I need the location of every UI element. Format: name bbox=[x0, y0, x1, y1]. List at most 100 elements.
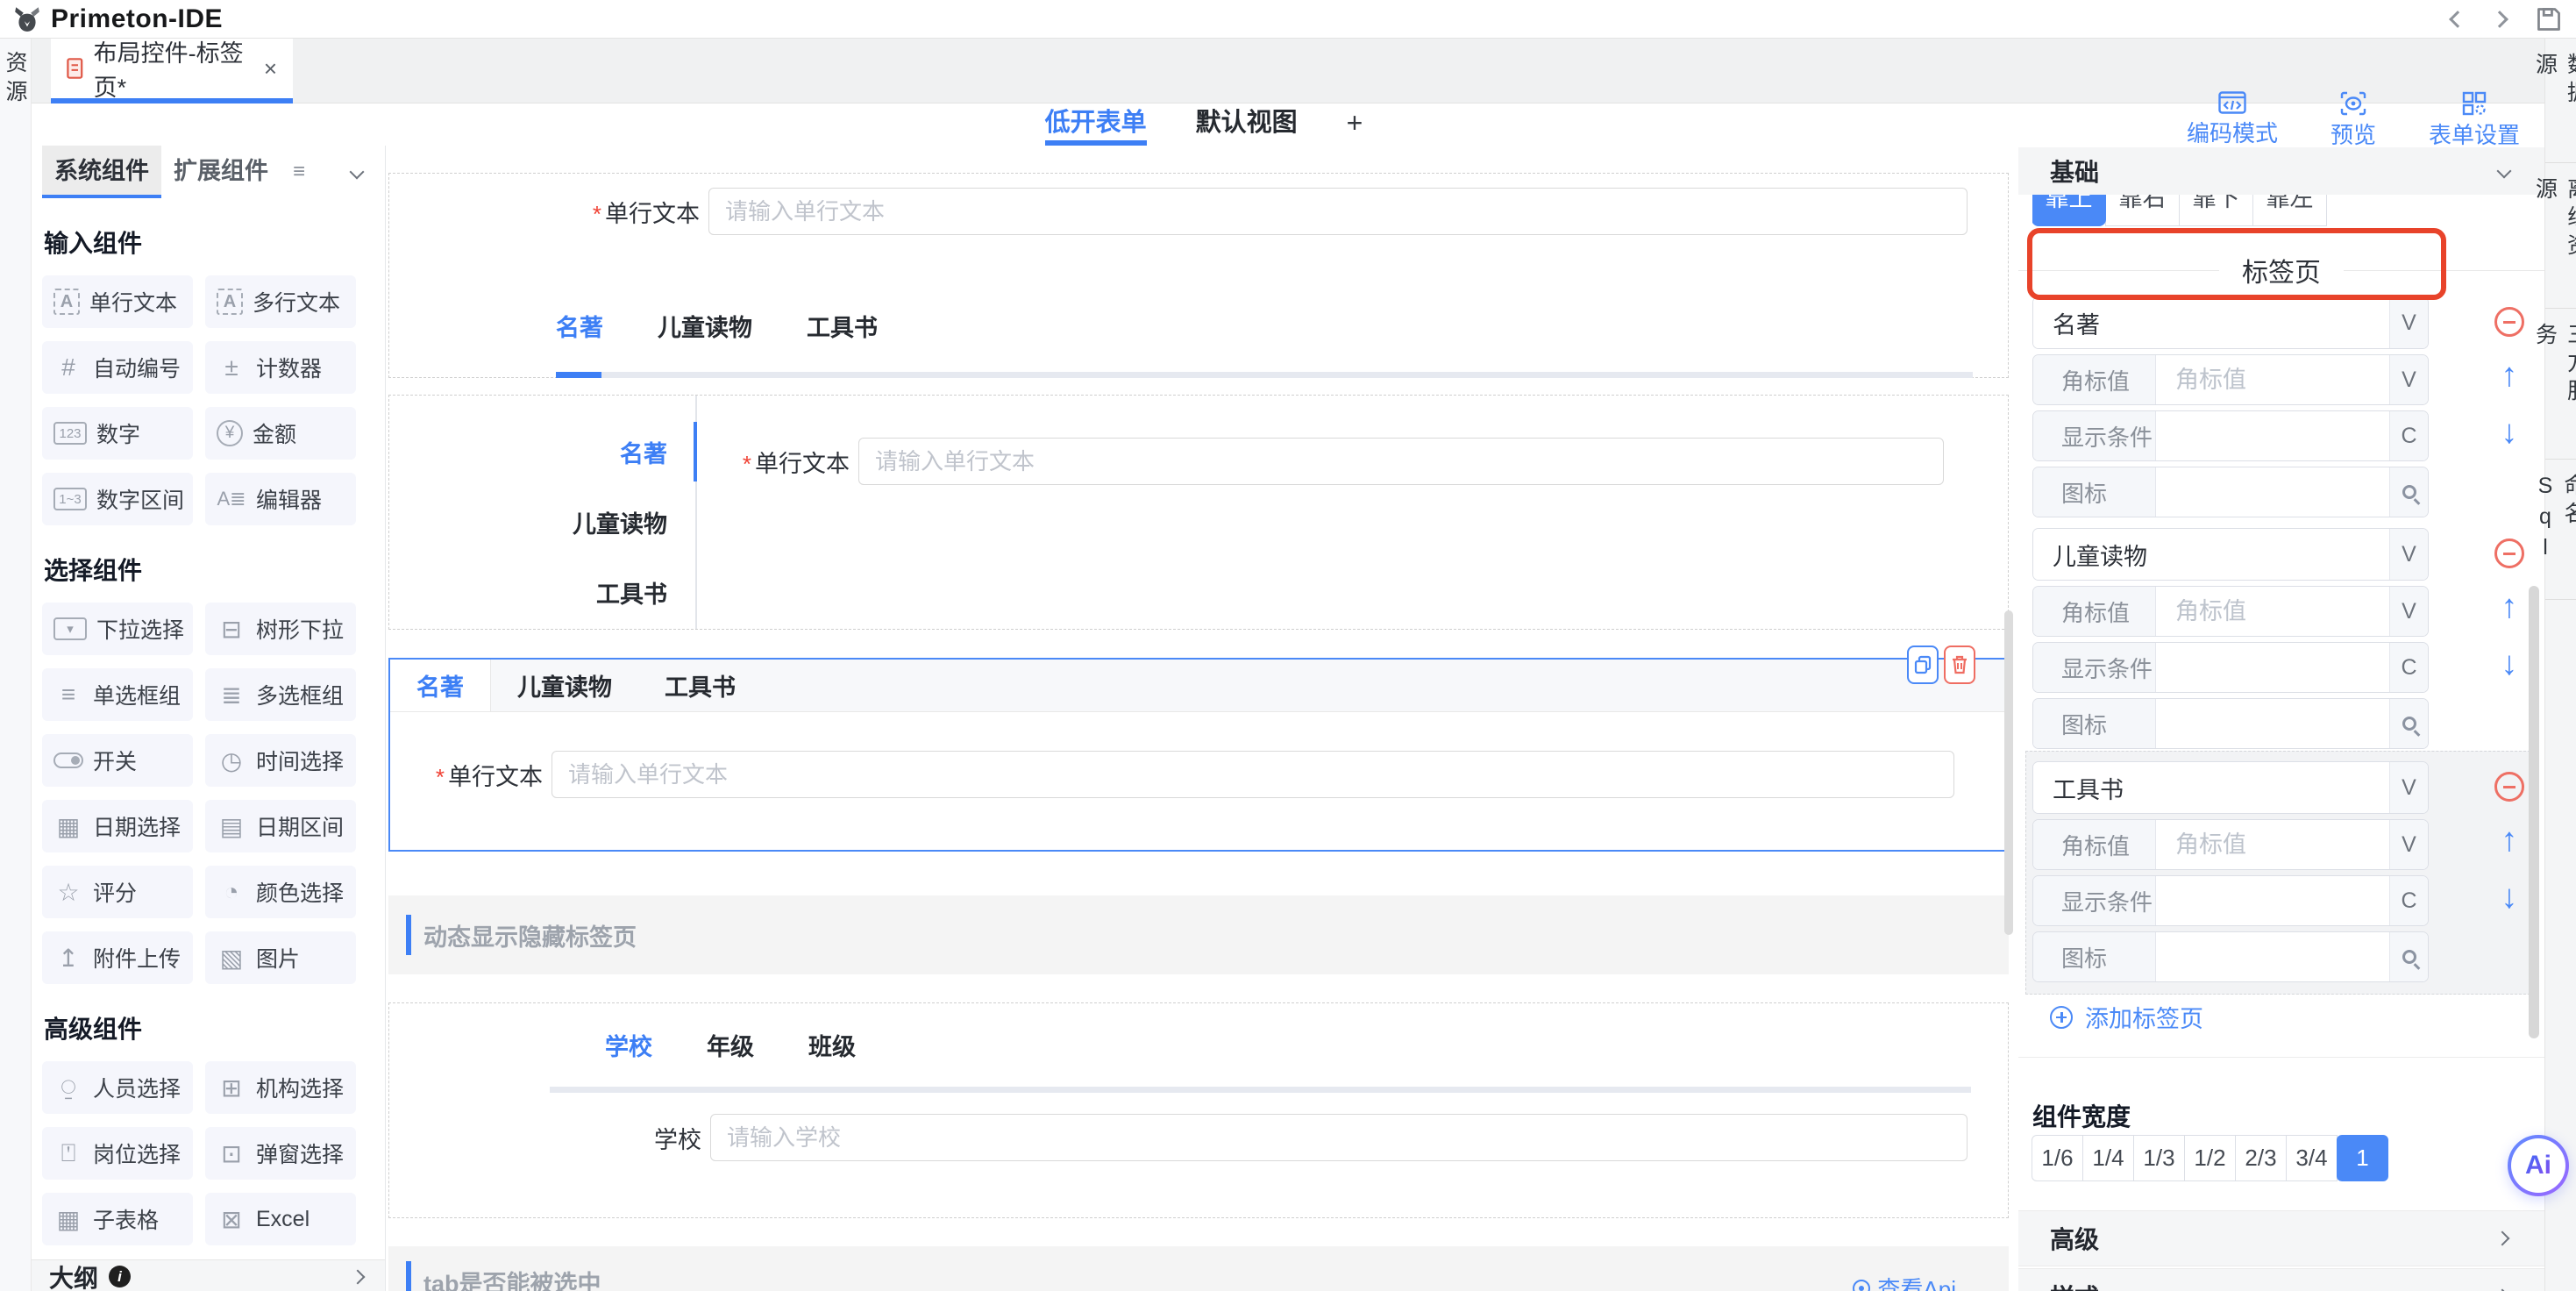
tab-famous-books[interactable]: 名著 bbox=[390, 660, 491, 711]
palette-item-person-select[interactable]: ⍜人员选择 bbox=[42, 1061, 193, 1114]
tabs-widget-school[interactable]: 学校 年级 班级 学校 bbox=[388, 1002, 2009, 1218]
icon-input[interactable] bbox=[2156, 932, 2389, 981]
badge-value-input[interactable] bbox=[2156, 355, 2389, 404]
outline-bar[interactable]: 大纲 i bbox=[32, 1259, 386, 1291]
style-section-header[interactable]: 样式 bbox=[2018, 1268, 2544, 1291]
palette-item-counter[interactable]: ±计数器 bbox=[205, 341, 356, 394]
palette-item-tree-dropdown[interactable]: ⊟树形下拉 bbox=[205, 603, 356, 655]
icon-input[interactable] bbox=[2156, 699, 2389, 748]
variable-suffix-button[interactable]: V bbox=[2389, 820, 2428, 869]
palette-item-image[interactable]: ▧图片 bbox=[205, 931, 356, 984]
width-3-4-button[interactable]: 3/4 bbox=[2286, 1135, 2338, 1181]
tab-children-books[interactable]: 儿童读物 bbox=[491, 660, 638, 711]
width-1-6-button[interactable]: 1/6 bbox=[2032, 1135, 2083, 1181]
condition-suffix-button[interactable]: C bbox=[2389, 876, 2428, 925]
tab-reference-books[interactable]: 工具书 bbox=[807, 309, 878, 343]
nav-back-icon[interactable] bbox=[2449, 11, 2466, 28]
tab-extended-components[interactable]: 扩展组件 bbox=[161, 146, 281, 198]
collapse-panel-icon[interactable] bbox=[350, 165, 365, 180]
single-line-text-input[interactable] bbox=[551, 751, 1954, 798]
palette-item-date-range[interactable]: ▤日期区间 bbox=[205, 800, 356, 852]
sort-list-icon[interactable]: ≡ bbox=[293, 160, 305, 184]
palette-item-sub-table[interactable]: ▦子表格 bbox=[42, 1193, 193, 1245]
palette-item-single-line-text[interactable]: A单行文本 bbox=[42, 275, 193, 328]
condition-input[interactable] bbox=[2156, 876, 2389, 925]
dock-data-source[interactable]: 数据源 bbox=[2545, 39, 2576, 163]
delete-widget-button[interactable] bbox=[1944, 646, 1975, 684]
file-tab[interactable]: 布局控件-标签页* × bbox=[51, 39, 293, 103]
tab-famous-books[interactable]: 名著 bbox=[389, 417, 695, 487]
tab-children-books[interactable]: 儿童读物 bbox=[389, 487, 695, 557]
tab-grade[interactable]: 年级 bbox=[707, 1028, 754, 1062]
icon-input[interactable] bbox=[2156, 467, 2389, 517]
add-tab-page-button[interactable]: 添加标签页 bbox=[2050, 1000, 2203, 1034]
form-settings-button[interactable]: 表单设置 bbox=[2429, 91, 2520, 150]
preview-button[interactable]: 预览 bbox=[2330, 91, 2376, 150]
icon-search-button[interactable] bbox=[2389, 932, 2428, 981]
position-left-button[interactable]: 靠左 bbox=[2252, 195, 2327, 226]
move-tab-down-button[interactable]: ↓ bbox=[2492, 647, 2527, 681]
palette-item-time-picker[interactable]: ◷时间选择 bbox=[205, 734, 356, 787]
variable-suffix-button[interactable]: V bbox=[2389, 297, 2428, 348]
palette-item-post-select[interactable]: ⍞岗位选择 bbox=[42, 1127, 193, 1180]
collapse-basic-icon[interactable] bbox=[2497, 164, 2512, 179]
move-tab-down-button[interactable]: ↓ bbox=[2492, 881, 2527, 914]
palette-item-auto-number[interactable]: #自动编号 bbox=[42, 341, 193, 394]
move-tab-down-button[interactable]: ↓ bbox=[2492, 416, 2527, 449]
condition-input[interactable] bbox=[2156, 411, 2389, 460]
ai-assistant-button[interactable]: Ai bbox=[2508, 1135, 2569, 1196]
variable-suffix-button[interactable]: V bbox=[2389, 762, 2428, 813]
tab-children-books[interactable]: 儿童读物 bbox=[658, 309, 752, 343]
tab-famous-books[interactable]: 名著 bbox=[556, 309, 603, 343]
palette-item-rating[interactable]: ☆评分 bbox=[42, 866, 193, 918]
palette-item-multi-line-text[interactable]: A多行文本 bbox=[205, 275, 356, 328]
add-view-button[interactable]: + bbox=[1347, 103, 1363, 146]
dock-resources[interactable]: 资源 bbox=[0, 51, 31, 109]
move-tab-up-button[interactable]: ↑ bbox=[2492, 824, 2527, 857]
basic-section-header[interactable]: 基础 bbox=[2018, 147, 2544, 195]
tab-name-input[interactable] bbox=[2033, 297, 2389, 348]
palette-item-org-select[interactable]: ⊞机构选择 bbox=[205, 1061, 356, 1114]
tabs-widget-left[interactable]: 名著 儿童读物 工具书 *单行文本 bbox=[388, 395, 2009, 630]
width-1-3-button[interactable]: 1/3 bbox=[2133, 1135, 2185, 1181]
position-right-button[interactable]: 靠右 bbox=[2105, 195, 2180, 226]
outline-expand-icon[interactable] bbox=[351, 1269, 366, 1284]
tabs-widget-top[interactable]: *单行文本 名著 儿童读物 工具书 bbox=[388, 173, 2009, 378]
palette-item-number[interactable]: 123数字 bbox=[42, 407, 193, 460]
condition-input[interactable] bbox=[2156, 643, 2389, 692]
icon-search-button[interactable] bbox=[2389, 699, 2428, 748]
save-icon[interactable] bbox=[2536, 6, 2562, 32]
palette-item-editor[interactable]: A≣编辑器 bbox=[205, 473, 356, 525]
palette-item-amount[interactable]: ¥金额 bbox=[205, 407, 356, 460]
school-input[interactable] bbox=[710, 1114, 1968, 1161]
dock-named-sql[interactable]: 命名Sql bbox=[2545, 460, 2576, 600]
tab-system-components[interactable]: 系统组件 bbox=[42, 146, 161, 198]
remove-tab-button[interactable] bbox=[2492, 307, 2527, 337]
icon-search-button[interactable] bbox=[2389, 467, 2428, 517]
palette-item-color-picker[interactable]: ◔颜色选择 bbox=[205, 866, 356, 918]
remove-tab-button[interactable] bbox=[2492, 772, 2527, 802]
tab-lowcode-form[interactable]: 低开表单 bbox=[1045, 103, 1147, 146]
variable-suffix-button[interactable]: V bbox=[2389, 529, 2428, 580]
remove-tab-button[interactable] bbox=[2492, 539, 2527, 568]
view-api-link[interactable]: 查看Api bbox=[1853, 1272, 1956, 1291]
nav-forward-icon[interactable] bbox=[2491, 11, 2508, 28]
code-mode-button[interactable]: 编码模式 bbox=[2187, 91, 2278, 150]
tab-reference-books[interactable]: 工具书 bbox=[638, 660, 762, 711]
single-line-text-input[interactable] bbox=[858, 438, 1944, 485]
advanced-section-header[interactable]: 高级 bbox=[2018, 1210, 2544, 1266]
palette-item-number-range[interactable]: 1~3数字区间 bbox=[42, 473, 193, 525]
condition-suffix-button[interactable]: C bbox=[2389, 643, 2428, 692]
width-full-button[interactable]: 1 bbox=[2337, 1135, 2388, 1181]
tab-name-input[interactable] bbox=[2033, 762, 2389, 813]
variable-suffix-button[interactable]: V bbox=[2389, 355, 2428, 404]
palette-item-radio-group[interactable]: ≡单选框组 bbox=[42, 668, 193, 721]
palette-item-popup-select[interactable]: ⊡弹窗选择 bbox=[205, 1127, 356, 1180]
tab-reference-books[interactable]: 工具书 bbox=[389, 557, 695, 627]
palette-item-attachment-upload[interactable]: ↥附件上传 bbox=[42, 931, 193, 984]
width-2-3-button[interactable]: 2/3 bbox=[2235, 1135, 2287, 1181]
move-tab-up-button[interactable]: ↑ bbox=[2492, 590, 2527, 624]
dock-offline-resources[interactable]: 离线资源 bbox=[2545, 163, 2576, 309]
badge-value-input[interactable] bbox=[2156, 587, 2389, 636]
tab-school[interactable]: 学校 bbox=[605, 1028, 652, 1062]
